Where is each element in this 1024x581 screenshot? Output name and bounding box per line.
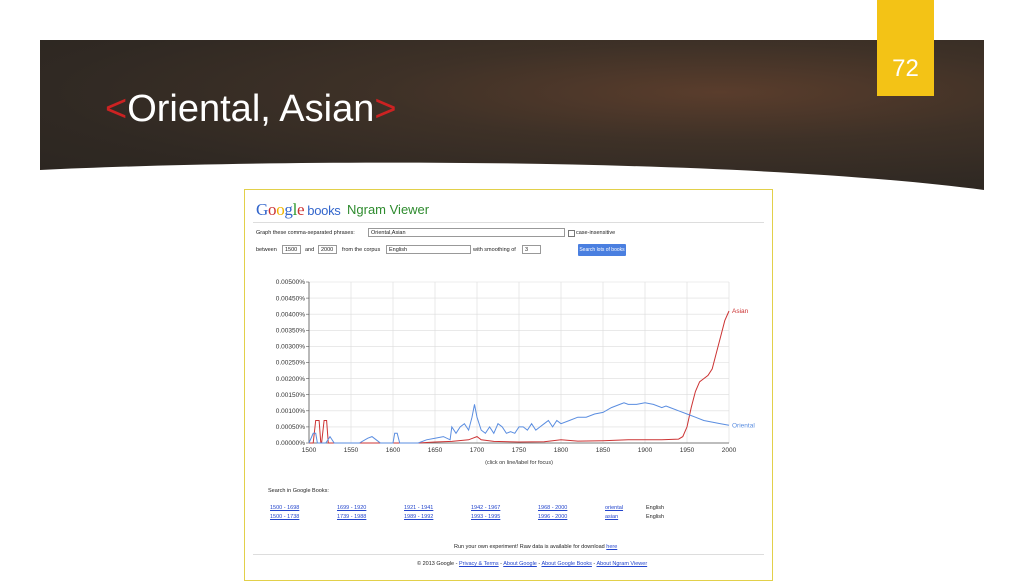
y-tick-label: 0.00250% <box>276 360 305 367</box>
footer-link-privacy[interactable]: Privacy & Terms <box>459 561 499 567</box>
y-tick-label: 0.00200% <box>276 376 305 383</box>
search-year-link[interactable]: 1699 - 1920 <box>337 505 366 511</box>
download-here-link[interactable]: here <box>606 544 617 550</box>
title-bracket-close: > <box>374 88 397 130</box>
logo-books-text: books <box>307 203 341 218</box>
footer-links: © 2013 Google - Privacy & Terms - About … <box>417 561 648 567</box>
x-tick-label: 1900 <box>638 447 653 454</box>
case-insensitive-label: case-insensitive <box>576 230 616 236</box>
x-tick-label: 1600 <box>386 447 401 454</box>
corpus-select[interactable]: English <box>386 245 471 254</box>
x-tick-label: 1850 <box>596 447 611 454</box>
series-label-asian[interactable]: Asian <box>732 308 749 315</box>
y-tick-label: 0.00050% <box>276 424 305 431</box>
ngram-viewer-screenshot: Google books Ngram Viewer Graph these com… <box>244 189 773 581</box>
series-label-oriental[interactable]: Oriental <box>732 422 755 429</box>
end-year-input[interactable]: 2000 <box>318 245 337 254</box>
start-year-input[interactable]: 1500 <box>282 245 301 254</box>
x-tick-label: 1950 <box>680 447 695 454</box>
x-tick-label: 2000 <box>722 447 737 454</box>
search-year-link[interactable]: 1989 - 1992 <box>404 514 433 520</box>
search-books-title: Search in Google Books: <box>268 488 329 494</box>
footer-divider <box>253 554 764 555</box>
search-year-link[interactable]: 1500 - 1738 <box>270 514 299 520</box>
logo-letter: g <box>284 200 293 219</box>
footer-link-about-ngram[interactable]: About Ngram Viewer <box>597 561 648 567</box>
header-divider <box>253 222 764 223</box>
phrases-label: Graph these comma-separated phrases: <box>256 230 355 236</box>
x-tick-label: 1800 <box>554 447 569 454</box>
y-tick-label: 0.00400% <box>276 311 305 318</box>
search-year-link[interactable]: 1996 - 2000 <box>538 514 567 520</box>
y-tick-label: 0.00300% <box>276 344 305 351</box>
corpus-value: English <box>389 247 408 253</box>
search-year-link[interactable]: asian <box>605 514 618 520</box>
search-year-link[interactable]: 1739 - 1988 <box>337 514 366 520</box>
y-tick-label: 0.00450% <box>276 295 305 302</box>
page-number-badge: 72 <box>877 0 934 96</box>
x-tick-label: 1750 <box>512 447 527 454</box>
raw-data-text: Run your own experiment! Raw data is ava… <box>454 544 605 550</box>
case-insensitive-checkbox[interactable] <box>568 230 575 237</box>
y-tick-label: 0.00000% <box>276 440 305 447</box>
smoothing-select[interactable]: 3 <box>522 245 541 254</box>
search-year-link[interactable]: oriental <box>605 505 623 511</box>
y-tick-label: 0.00150% <box>276 392 305 399</box>
chart-focus-hint: (click on line/label for focus) <box>485 460 553 466</box>
x-tick-label: 1500 <box>302 447 317 454</box>
corpus-label: from the corpus <box>342 247 381 253</box>
search-books-button[interactable]: Search lots of books <box>578 244 626 256</box>
between-label: between <box>256 247 277 253</box>
y-tick-label: 0.00100% <box>276 408 305 415</box>
search-year-link[interactable]: 1968 - 2000 <box>538 505 567 511</box>
google-books-logo: Google books <box>256 200 341 220</box>
footer-link-about-google[interactable]: About Google <box>503 561 537 567</box>
search-language-label: English <box>646 514 665 520</box>
footer-link-about-books[interactable]: About Google Books <box>541 561 591 567</box>
smoothing-label: with smoothing of <box>473 247 516 253</box>
phrases-input[interactable]: Oriental,Asian <box>368 228 565 237</box>
logo-letter: e <box>297 200 305 219</box>
search-language-label: English <box>646 505 665 511</box>
ngram-chart[interactable]: 1500 1550 1600 1650 1700 1750 1800 1850 1900 1950… <box>245 265 772 480</box>
page-number: 72 <box>892 55 919 82</box>
product-name: Ngram Viewer <box>347 202 430 217</box>
google-logo-text: Google <box>256 200 305 219</box>
raw-data-note: Run your own experiment! Raw data is ava… <box>454 544 617 550</box>
x-tick-label: 1650 <box>428 447 443 454</box>
and-label: and <box>305 247 315 253</box>
search-year-link[interactable]: 1921 - 1941 <box>404 505 433 511</box>
y-tick-label: 0.00500% <box>276 279 305 286</box>
y-tick-label: 0.00350% <box>276 328 305 335</box>
copyright-text: © 2013 Google - <box>417 561 458 567</box>
x-tick-label: 1550 <box>344 447 359 454</box>
logo-letter: G <box>256 200 268 219</box>
slide-title: <Oriental, Asian> <box>105 88 397 131</box>
smoothing-value: 3 <box>525 247 529 253</box>
search-year-link[interactable]: 1942 - 1967 <box>471 505 500 511</box>
search-year-link[interactable]: 1500 - 1698 <box>270 505 299 511</box>
title-text: Oriental, Asian <box>127 88 375 130</box>
title-bracket-open: < <box>105 88 128 130</box>
x-tick-label: 1700 <box>470 447 485 454</box>
logo-letter: o <box>267 200 277 219</box>
search-year-link[interactable]: 1993 - 1995 <box>471 514 500 520</box>
